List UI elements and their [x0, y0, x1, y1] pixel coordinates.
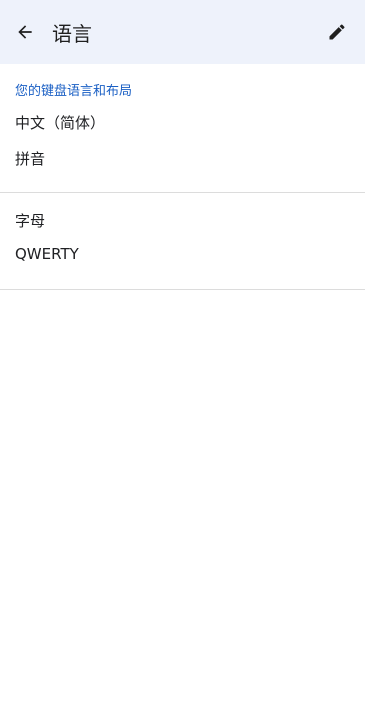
page-title: 语言 [52, 21, 92, 46]
language-layout: 拼音 [15, 149, 46, 168]
back-button[interactable] [0, 0, 50, 64]
language-layout: QWERTY [15, 245, 79, 263]
pencil-edit-icon [329, 24, 345, 40]
section-header: 您的键盘语言和布局 [15, 84, 133, 99]
language-name: 字母 [15, 211, 46, 230]
language-item-chinese[interactable]: 中文（简体） 拼音 [0, 100, 365, 192]
edit-button[interactable] [315, 10, 359, 54]
app-bar: 语言 [0, 0, 365, 64]
language-name: 中文（简体） [15, 113, 106, 132]
divider [0, 289, 365, 290]
language-item-alphabet[interactable]: 字母 QWERTY [0, 193, 365, 289]
arrow-back-icon [18, 25, 32, 39]
